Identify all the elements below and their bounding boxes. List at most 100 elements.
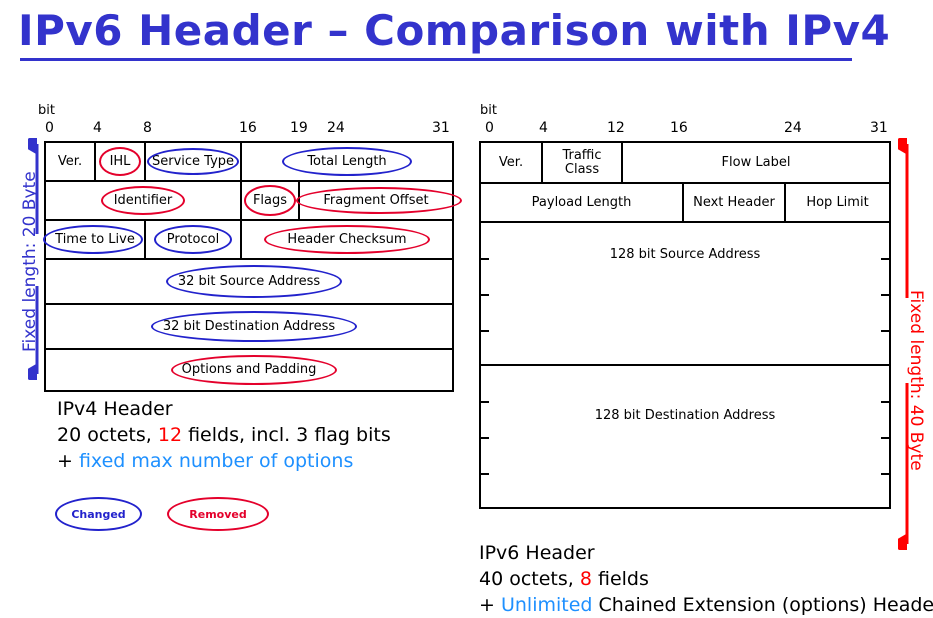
ipv4-field-service-type: Service Type <box>146 143 242 180</box>
ipv4-row-2: Identifier Flags Fragment Offset <box>46 182 462 221</box>
ipv4-bit-tick-19: 19 <box>290 120 308 136</box>
ipv4-field-flags-label: Flags <box>252 192 288 208</box>
ipv4-bit-tick-4: 4 <box>93 120 102 136</box>
ipv6-caption: IPv6 Header 40 octets, 8 fields + Unlimi… <box>479 540 933 618</box>
ipv6-field-count: 8 <box>579 568 592 590</box>
ipv6-field-payload-length: Payload Length <box>481 184 684 221</box>
ipv4-field-source-address-label: 32 bit Source Address <box>177 273 321 289</box>
ipv6-caption-fields-rest: fields <box>591 568 649 590</box>
ipv4-field-source-address: 32 bit Source Address <box>46 260 452 303</box>
ipv6-field-next-header: Next Header <box>684 184 786 221</box>
ipv4-caption-options-highlight: fixed max number of options <box>78 450 354 472</box>
ipv6-field-flow-label: Flow Label <box>623 143 889 182</box>
ipv6-row-1: Ver. Traffic Class Flow Label <box>481 143 891 184</box>
ipv6-field-destination-address: 128 bit Destination Address <box>481 366 891 509</box>
ipv4-field-fragment-offset: Fragment Offset <box>296 182 462 219</box>
ipv4-field-total-length-label: Total Length <box>307 153 387 169</box>
ipv4-field-ttl: Time to Live <box>43 221 146 258</box>
legend-changed: Changed <box>55 497 142 531</box>
ipv4-field-service-type-label: Service Type <box>151 153 235 169</box>
ipv6-bit-word: bit <box>480 103 497 118</box>
ipv4-caption-line-3: + fixed max number of options <box>57 448 391 474</box>
ipv4-field-ttl-label: Time to Live <box>55 231 135 247</box>
ipv4-caption-plus: + <box>57 450 79 472</box>
source-address-tick-left-2 <box>481 294 489 296</box>
ipv6-bit-tick-12: 12 <box>607 120 625 136</box>
ipv6-caption-chained-rest: Chained Extension (options) Header <box>592 594 933 616</box>
ipv4-caption-line-1: IPv4 Header <box>57 398 173 420</box>
ipv4-field-fragment-offset-label: Fragment Offset <box>323 192 429 208</box>
ipv4-caption-octets: 20 octets, <box>57 424 158 446</box>
ipv6-field-traffic-class: Traffic Class <box>543 143 623 182</box>
ipv4-field-count: 12 <box>157 424 183 446</box>
ipv4-field-options-padding: Options and Padding <box>46 350 452 390</box>
ipv4-bit-word: bit <box>38 103 55 118</box>
ipv4-field-header-checksum-label: Header Checksum <box>287 231 407 247</box>
ipv4-row-4: 32 bit Source Address <box>46 260 454 305</box>
ipv4-caption-line-2: 20 octets, 12 fields, incl. 3 flag bits <box>57 422 391 448</box>
ipv4-field-ihl-label: IHL <box>109 153 131 169</box>
ipv4-bit-tick-0: 0 <box>45 120 54 136</box>
ipv4-field-header-checksum: Header Checksum <box>242 221 452 258</box>
ipv4-field-version-label: Ver. <box>57 153 83 169</box>
ipv6-bit-tick-0: 0 <box>485 120 494 136</box>
source-address-tick-right-2 <box>881 294 889 296</box>
ipv6-field-payload-length-label: Payload Length <box>531 194 632 210</box>
ipv4-bit-tick-16: 16 <box>239 120 257 136</box>
ipv6-row-2: Payload Length Next Header Hop Limit <box>481 184 891 223</box>
destination-address-tick-left-3 <box>481 473 489 475</box>
ipv6-field-flow-label-label: Flow Label <box>721 154 791 170</box>
ipv6-field-version: Ver. <box>481 143 543 182</box>
legend-changed-label: Changed <box>71 507 126 521</box>
ipv4-caption-fields-rest: fields, incl. 3 flag bits <box>182 424 391 446</box>
destination-address-tick-left-2 <box>481 437 489 439</box>
ipv6-field-version-label: Ver. <box>498 154 524 170</box>
source-address-tick-right-3 <box>881 330 889 332</box>
ipv4-field-identifier: Identifier <box>46 182 242 219</box>
ipv6-header-table: Ver. Traffic Class Flow Label Payload Le… <box>479 141 891 509</box>
ipv6-bit-tick-16: 16 <box>670 120 688 136</box>
ipv6-field-source-address: 128 bit Source Address <box>481 223 891 366</box>
ipv4-field-protocol: Protocol <box>146 221 242 258</box>
legend-removed-label: Removed <box>189 507 247 521</box>
ipv6-field-next-header-label: Next Header <box>693 194 775 210</box>
ipv4-header-table: Ver. IHL Service Type Total Length Ident… <box>43 141 462 392</box>
destination-address-tick-right-3 <box>881 473 889 475</box>
ipv4-field-total-length: Total Length <box>242 143 452 180</box>
legend-removed: Removed <box>167 497 269 531</box>
ipv4-field-identifier-label: Identifier <box>113 192 173 208</box>
ipv6-caption-octets: 40 octets, <box>479 568 580 590</box>
ipv4-field-ihl: IHL <box>96 143 146 180</box>
page-title: IPv6 Header – Comparison with IPv4 <box>18 6 891 55</box>
source-address-tick-left-3 <box>481 330 489 332</box>
ipv6-field-hop-limit-label: Hop Limit <box>806 194 869 210</box>
source-address-tick-left-1 <box>481 258 489 260</box>
ipv6-caption-unlimited-highlight: Unlimited <box>500 594 593 616</box>
ipv4-bit-tick-31: 31 <box>432 120 450 136</box>
ipv6-field-source-address-label: 128 bit Source Address <box>609 247 761 262</box>
ipv4-field-destination-address: 32 bit Destination Address <box>46 305 452 348</box>
ipv6-caption-plus: + <box>479 594 501 616</box>
ipv4-caption: IPv4 Header 20 octets, 12 fields, incl. … <box>57 396 391 474</box>
destination-address-tick-left-1 <box>481 401 489 403</box>
ipv6-bit-tick-4: 4 <box>539 120 548 136</box>
source-address-tick-right-1 <box>881 258 889 260</box>
ipv4-row-6: Options and Padding <box>46 350 454 392</box>
ipv4-field-options-padding-label: Options and Padding <box>181 362 317 378</box>
ipv6-caption-line-1: IPv6 Header <box>479 542 595 564</box>
ipv6-bit-tick-24: 24 <box>784 120 802 136</box>
ipv4-bit-tick-24: 24 <box>327 120 345 136</box>
ipv4-field-version: Ver. <box>46 143 96 180</box>
ipv4-length-label: Fixed length: 20 Byte <box>20 171 40 352</box>
ipv6-length-label: Fixed length: 40 Byte <box>906 290 926 471</box>
destination-address-tick-right-1 <box>881 401 889 403</box>
destination-address-tick-right-2 <box>881 437 889 439</box>
ipv6-caption-line-2: 40 octets, 8 fields <box>479 566 933 592</box>
title-underline <box>20 58 852 61</box>
ipv4-row-5: 32 bit Destination Address <box>46 305 454 350</box>
ipv6-caption-line-3: + Unlimited Chained Extension (options) … <box>479 592 933 618</box>
ipv4-row-3: Time to Live Protocol Header Checksum <box>43 221 454 260</box>
ipv6-field-destination-address-label: 128 bit Destination Address <box>594 408 776 423</box>
ipv4-field-protocol-label: Protocol <box>166 231 220 247</box>
ipv4-bit-tick-8: 8 <box>143 120 152 136</box>
